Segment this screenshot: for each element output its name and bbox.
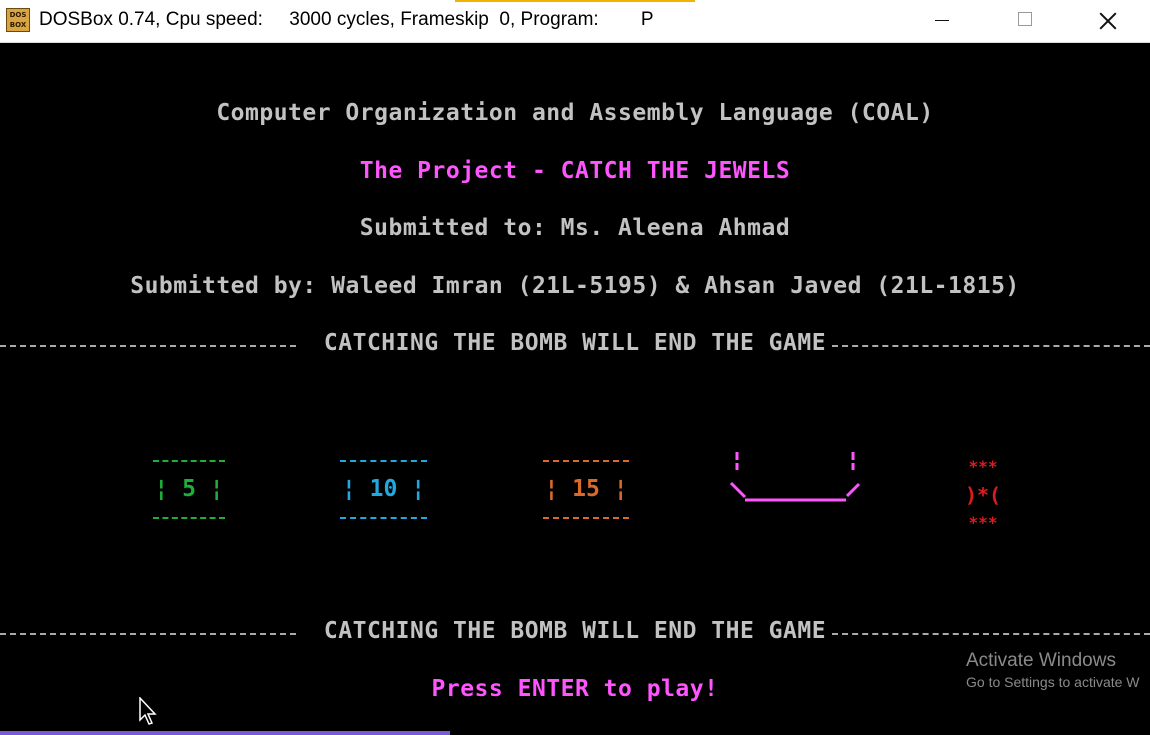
jewel-border-top	[153, 460, 225, 462]
bomb-middle: )*(	[964, 483, 1002, 507]
submitted-to: Submitted to: Ms. Aleena Ahmad	[359, 215, 791, 241]
warning-separator-top: CATCHING THE BOMB WILL END THE GAME	[0, 330, 1150, 360]
bomb-icon: *** )*( ***	[958, 453, 1008, 532]
bomb-top: ***	[968, 457, 998, 476]
title-accent-line	[455, 0, 695, 2]
basket-icon	[729, 452, 861, 502]
bomb-bottom: ***	[968, 513, 998, 532]
jewel-label: ¦ 15 ¦	[544, 476, 628, 502]
jewel-label: ¦ 5 ¦	[154, 476, 224, 502]
activate-windows-watermark: Activate Windows Go to Settings to activ…	[966, 650, 1140, 690]
jewel-border-bottom	[543, 517, 629, 519]
maximize-button[interactable]	[1001, 0, 1047, 42]
close-button[interactable]	[1084, 0, 1130, 42]
minimize-button[interactable]	[918, 0, 964, 42]
jewel-label: ¦ 10 ¦	[341, 476, 426, 502]
window-title: DOSBox 0.74, Cpu speed: 3000 cycles, Fra…	[39, 9, 654, 30]
watermark-subtitle: Go to Settings to activate W	[966, 674, 1140, 690]
submitted-by: Submitted by: Waleed Imran (21L-5195) & …	[130, 273, 1020, 299]
window-titlebar[interactable]: DOS BOX DOSBox 0.74, Cpu speed: 3000 cyc…	[0, 0, 1150, 43]
watermark-title: Activate Windows	[966, 650, 1116, 671]
warning-text: CATCHING THE BOMB WILL END THE GAME	[323, 330, 827, 356]
dos-screen[interactable]: Computer Organization and Assembly Langu…	[0, 43, 1150, 735]
project-title: The Project - CATCH THE JEWELS	[359, 158, 791, 184]
jewel-border-bottom	[153, 517, 225, 519]
dosbox-app-icon[interactable]: DOS BOX	[6, 8, 30, 32]
taskbar-edge	[0, 731, 450, 735]
warning-text: CATCHING THE BOMB WILL END THE GAME	[323, 618, 827, 644]
jewel-border-top	[543, 460, 629, 462]
dash-line	[832, 345, 1150, 347]
warning-separator-bottom: CATCHING THE BOMB WILL END THE GAME	[0, 618, 1150, 648]
mouse-cursor-icon	[139, 697, 157, 725]
dash-line	[832, 633, 1150, 635]
jewel-border-top	[340, 460, 427, 462]
course-title: Computer Organization and Assembly Langu…	[216, 100, 934, 126]
jewel-border-bottom	[340, 517, 427, 519]
